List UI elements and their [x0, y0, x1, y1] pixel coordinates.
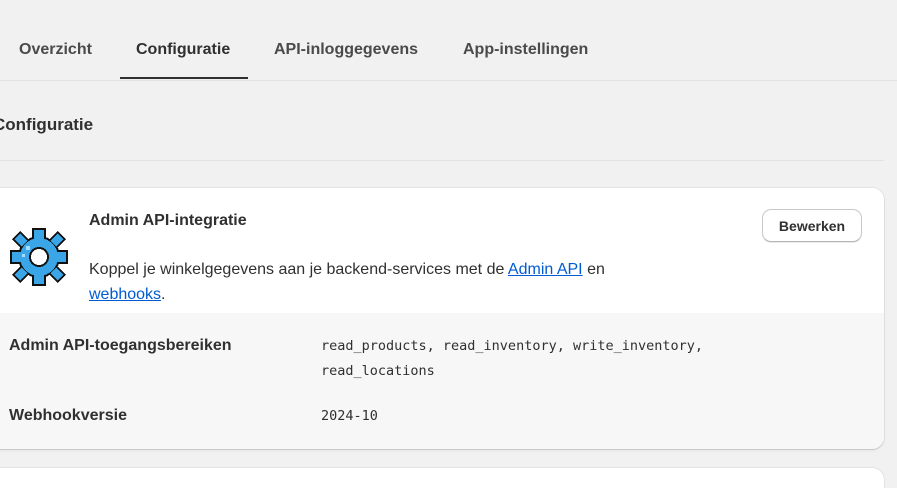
tab-app-instellingen[interactable]: App-instellingen — [463, 41, 588, 59]
access-scopes-label: Admin API-toegangsbereiken — [9, 337, 232, 354]
active-tab-indicator — [120, 77, 248, 79]
next-card — [0, 468, 884, 488]
admin-api-link[interactable]: Admin API — [508, 261, 583, 278]
description-text-middle: en — [582, 261, 605, 278]
tab-configuratie[interactable]: Configuratie — [136, 41, 230, 59]
tab-bar: Overzicht Configuratie API-inloggegevens… — [0, 0, 897, 81]
access-scopes-line1: read_products, read_inventory, write_inv… — [321, 338, 704, 354]
webhooks-link[interactable]: webhooks — [89, 286, 161, 303]
webhook-version-label: Webhookversie — [9, 407, 127, 424]
section-divider — [0, 160, 884, 161]
description-text-suffix: . — [161, 286, 166, 303]
tab-overzicht[interactable]: Overzicht — [19, 41, 92, 59]
webhook-version-value: 2024-10 — [321, 408, 378, 424]
description-text: Koppel je winkelgegevens aan je backend-… — [89, 261, 508, 278]
card-title: Admin API-integratie — [89, 212, 247, 229]
card-header: Admin API-integratie Bewerken Koppel je … — [0, 188, 884, 313]
card-details: Admin API-toegangsbereiken read_products… — [0, 313, 884, 449]
gear-icon — [8, 226, 70, 288]
access-scopes-line2: read_locations — [321, 363, 435, 379]
card-description: Koppel je winkelgegevens aan je backend-… — [89, 257, 689, 307]
integration-card: Admin API-integratie Bewerken Koppel je … — [0, 188, 884, 449]
access-scopes-value: read_products, read_inventory, write_inv… — [321, 334, 821, 384]
edit-button[interactable]: Bewerken — [762, 209, 862, 242]
section-title: Configuratie — [0, 115, 94, 134]
tab-api-inloggegevens[interactable]: API-inloggegevens — [274, 41, 418, 59]
